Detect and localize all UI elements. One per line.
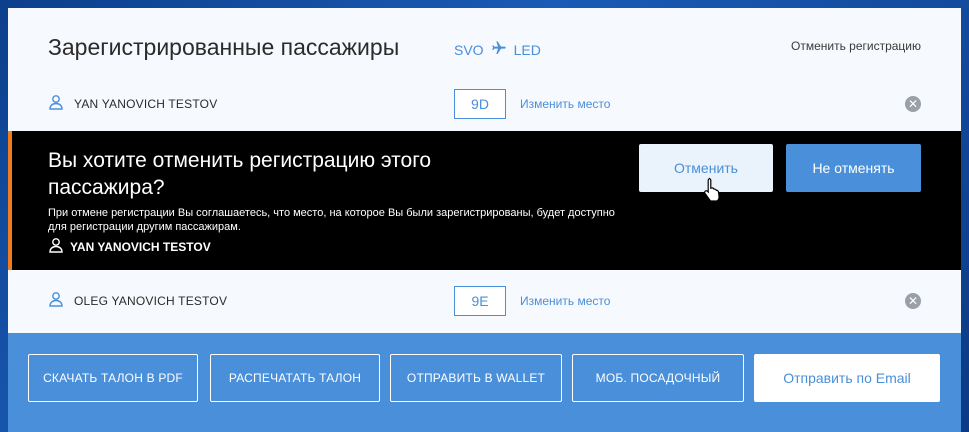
passenger-row: YAN YANOVICH TESTOV 9D Изменить место ✕ xyxy=(48,86,921,122)
print-pass-button[interactable]: РАСПЕЧАТАТЬ ТАЛОН xyxy=(210,354,380,402)
hand-cursor-icon xyxy=(702,177,724,208)
confirm-passenger: YAN YANOVICH TESTOV xyxy=(48,237,211,256)
boarding-pass-actions: СКАЧАТЬ ТАЛОН В PDF РАСПЕЧАТАТЬ ТАЛОН ОТ… xyxy=(8,333,961,432)
send-email-button[interactable]: Отправить по Email xyxy=(754,354,940,402)
change-seat-link[interactable]: Изменить место xyxy=(520,294,610,308)
checkin-window: Зарегистрированные пассажиры SVO LED Отм… xyxy=(8,8,961,432)
cancel-registration-link[interactable]: Отменить регистрацию xyxy=(791,39,921,53)
user-icon xyxy=(48,291,64,312)
confirm-question: Вы хотите отменить регистрацию этого пас… xyxy=(48,149,432,199)
route-from: SVO xyxy=(454,41,484,58)
confirm-description: При отмене регистрации Вы соглашаетесь, … xyxy=(48,207,615,233)
seat-button[interactable]: 9E xyxy=(454,286,506,316)
cancel-confirm-dialog: Вы хотите отменить регистрацию этого пас… xyxy=(8,131,961,270)
mobile-pass-button[interactable]: МОБ. ПОСАДОЧНЫЙ xyxy=(572,354,744,402)
seat-button[interactable]: 9D xyxy=(454,89,506,119)
confirm-passenger-name: YAN YANOVICH TESTOV xyxy=(70,239,211,254)
keep-registration-button[interactable]: Не отменять xyxy=(786,144,921,192)
passenger-name: YAN YANOVICH TESTOV xyxy=(74,97,218,111)
download-pdf-button[interactable]: СКАЧАТЬ ТАЛОН В PDF xyxy=(28,354,198,402)
passenger-row: OLEG YANOVICH TESTOV 9E Изменить место ✕ xyxy=(48,283,921,319)
route: SVO LED xyxy=(454,40,541,59)
page-title: Зарегистрированные пассажиры xyxy=(48,34,400,60)
remove-passenger-icon[interactable]: ✕ xyxy=(905,96,921,112)
passenger-name: OLEG YANOVICH TESTOV xyxy=(74,294,228,308)
passengers-panel: Зарегистрированные пассажиры SVO LED Отм… xyxy=(8,8,961,333)
remove-passenger-icon[interactable]: ✕ xyxy=(905,293,921,309)
plane-icon xyxy=(490,40,508,59)
user-icon xyxy=(48,237,64,256)
change-seat-link[interactable]: Изменить место xyxy=(520,97,610,111)
user-icon xyxy=(48,94,64,115)
route-to: LED xyxy=(513,41,541,58)
send-to-wallet-button[interactable]: ОТПРАВИТЬ В WALLET xyxy=(390,354,562,402)
